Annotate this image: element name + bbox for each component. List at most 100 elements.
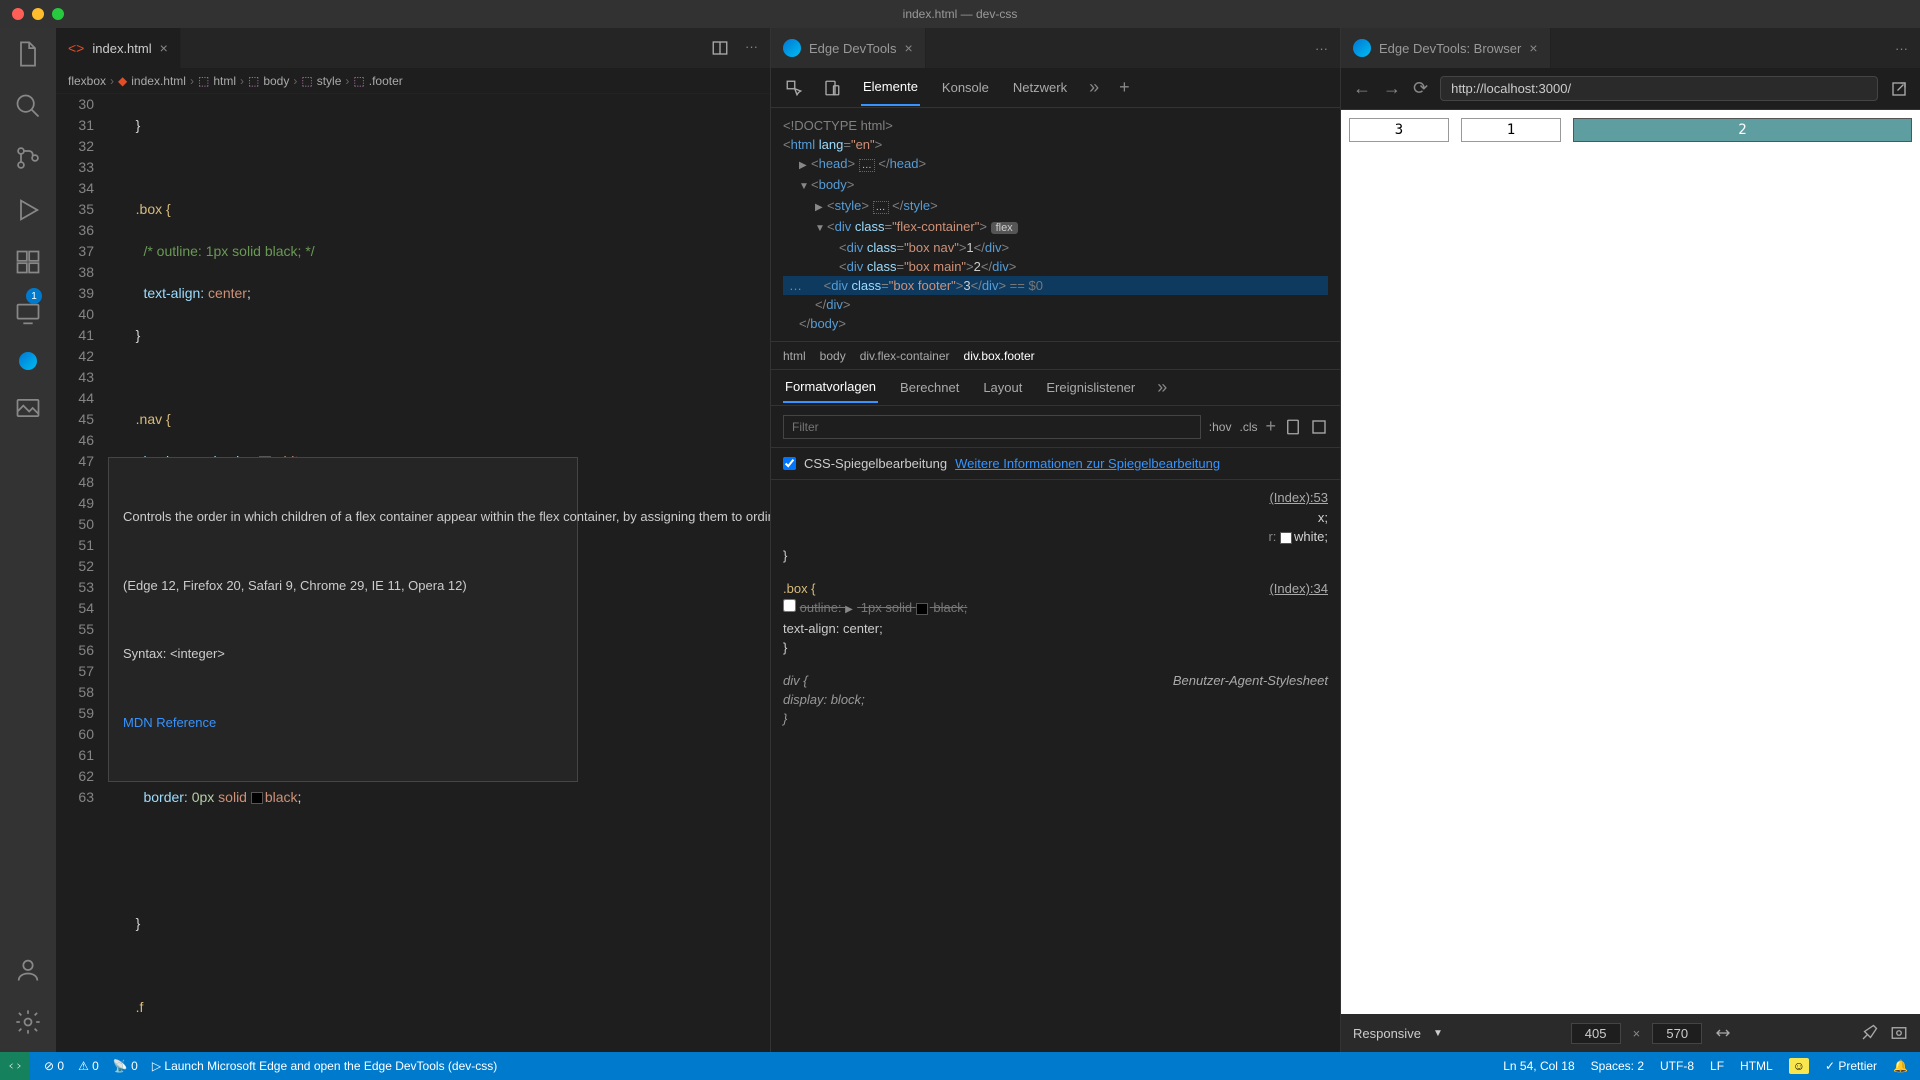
open-external-icon[interactable] <box>1890 80 1908 98</box>
notifications-icon[interactable]: 🔔 <box>1893 1059 1908 1073</box>
code-content[interactable]: } .box { /* outline: 1px solid black; */… <box>112 94 770 1052</box>
gallery-icon[interactable] <box>14 394 42 422</box>
crumb[interactable]: body <box>820 349 846 363</box>
chevron-down-icon[interactable]: ▼ <box>1433 1028 1443 1039</box>
collapse-icon[interactable]: ▼ <box>799 177 811 196</box>
source-link[interactable]: (Index):53 <box>1269 488 1328 507</box>
eol[interactable]: LF <box>1710 1059 1724 1073</box>
remote-explorer-icon[interactable] <box>14 300 42 328</box>
selected-dom-node[interactable]: … <div class="box footer">3</div> == $0 <box>783 276 1328 295</box>
close-tab-icon[interactable]: × <box>160 40 168 56</box>
forward-button[interactable]: → <box>1383 78 1401 99</box>
crumb[interactable]: html <box>783 349 806 363</box>
device-icon[interactable] <box>1284 418 1302 436</box>
accounts-icon[interactable] <box>14 956 42 984</box>
maximize-window-button[interactable] <box>52 8 64 20</box>
tab-network[interactable]: Netzwerk <box>1011 70 1069 105</box>
source-link[interactable]: (Index):34 <box>1269 579 1328 598</box>
prettier-status[interactable]: ✓ Prettier <box>1825 1059 1877 1073</box>
launch-edge-action[interactable]: ▷ Launch Microsoft Edge and open the Edg… <box>152 1059 497 1073</box>
tab-styles[interactable]: Formatvorlagen <box>783 372 878 403</box>
language-mode[interactable]: HTML <box>1740 1059 1773 1073</box>
dom-breadcrumb[interactable]: html body div.flex-container div.box.foo… <box>771 342 1340 370</box>
browser-viewport[interactable]: 3 1 2 <box>1341 110 1920 1014</box>
ports-count[interactable]: 📡 0 <box>113 1059 138 1073</box>
url-input[interactable]: http://localhost:3000/ <box>1440 76 1878 101</box>
tab-listeners[interactable]: Ereignislistener <box>1044 370 1137 405</box>
styles-body[interactable]: (Index):53 x; r: white; } (Index):34.box… <box>771 480 1340 1052</box>
mirror-checkbox[interactable] <box>783 457 796 470</box>
crumb[interactable]: div.flex-container <box>860 349 950 363</box>
status-badge-icon[interactable]: ☺ <box>1789 1058 1809 1074</box>
split-editor-icon[interactable] <box>711 39 729 57</box>
reload-button[interactable]: ⟳ <box>1413 78 1428 99</box>
close-tab-icon[interactable]: × <box>904 40 912 56</box>
tab-index-html[interactable]: <> index.html × <box>56 28 181 68</box>
close-tab-icon[interactable]: × <box>1529 40 1537 56</box>
search-icon[interactable] <box>14 92 42 120</box>
viewport-width-input[interactable]: 405 <box>1571 1023 1621 1044</box>
inspect-icon[interactable] <box>1890 1024 1908 1042</box>
inspect-icon[interactable] <box>785 79 803 97</box>
color-swatch[interactable] <box>1280 532 1292 544</box>
more-actions-icon[interactable]: ··· <box>1315 41 1328 56</box>
tab-browser[interactable]: Edge DevTools: Browser × <box>1341 28 1551 68</box>
tab-edge-devtools[interactable]: Edge DevTools × <box>771 28 926 68</box>
breadcrumb-bar[interactable]: flexbox› ◆ index.html› ⬚ html› ⬚ body› ⬚… <box>56 68 770 94</box>
breadcrumb-item[interactable]: index.html <box>131 74 186 88</box>
collapse-icon[interactable]: ▼ <box>815 219 827 238</box>
device-mode-select[interactable]: Responsive <box>1353 1026 1421 1041</box>
dom-tree[interactable]: <!DOCTYPE html> <html lang="en"> ▶<head>… <box>771 108 1340 342</box>
tab-elements[interactable]: Elemente <box>861 69 920 106</box>
mdn-reference-link[interactable]: MDN Reference <box>123 715 216 730</box>
color-swatch[interactable] <box>251 792 263 804</box>
encoding[interactable]: UTF-8 <box>1660 1059 1694 1073</box>
tab-console[interactable]: Konsole <box>940 70 991 105</box>
breadcrumb-item[interactable]: .footer <box>369 74 403 88</box>
add-rule-icon[interactable]: + <box>1265 416 1276 437</box>
dom-node[interactable]: <!DOCTYPE html> <box>783 118 893 133</box>
settings-gear-icon[interactable] <box>14 1008 42 1036</box>
breadcrumb-item[interactable]: html <box>213 74 236 88</box>
breadcrumb-item[interactable]: flexbox <box>68 74 106 88</box>
minimize-window-button[interactable] <box>32 8 44 20</box>
close-window-button[interactable] <box>12 8 24 20</box>
color-swatch[interactable] <box>916 603 928 615</box>
code-editor[interactable]: 3031323334353637383940414243444546474849… <box>56 94 770 1052</box>
more-actions-icon[interactable]: ··· <box>745 39 758 57</box>
styles-filter-input[interactable] <box>783 415 1201 439</box>
expand-icon[interactable]: ▶ <box>799 156 811 175</box>
cursor-position[interactable]: Ln 54, Col 18 <box>1503 1059 1574 1073</box>
crumb-selected[interactable]: div.box.footer <box>964 349 1035 363</box>
add-tab-icon[interactable]: + <box>1119 77 1130 98</box>
mirror-info-link[interactable]: Weitere Informationen zur Spiegelbearbei… <box>955 456 1220 471</box>
more-tabs-icon[interactable]: » <box>1157 377 1167 398</box>
warnings-count[interactable]: ⚠ 0 <box>78 1059 99 1073</box>
tab-computed[interactable]: Berechnet <box>898 370 961 405</box>
more-tabs-icon[interactable]: » <box>1089 77 1099 98</box>
errors-count[interactable]: ⊘ 0 <box>44 1059 64 1073</box>
source-control-icon[interactable] <box>14 144 42 172</box>
edge-tools-icon[interactable] <box>19 352 37 370</box>
expand-icon[interactable]: ▶ <box>815 198 827 217</box>
breadcrumb-item[interactable]: body <box>263 74 289 88</box>
rotate-icon[interactable] <box>1714 1024 1732 1042</box>
run-debug-icon[interactable] <box>14 196 42 224</box>
back-button[interactable]: ← <box>1353 78 1371 99</box>
viewport-height-input[interactable]: 570 <box>1652 1023 1702 1044</box>
style-selector[interactable]: .box { <box>783 581 816 596</box>
fullscreen-icon[interactable] <box>1310 418 1328 436</box>
flex-badge[interactable]: flex <box>991 222 1018 234</box>
breadcrumb-item[interactable]: style <box>317 74 342 88</box>
screenshot-icon[interactable] <box>1860 1024 1878 1042</box>
hov-toggle[interactable]: :hov <box>1209 420 1232 434</box>
indentation[interactable]: Spaces: 2 <box>1591 1059 1644 1073</box>
prop-checkbox[interactable] <box>783 599 796 612</box>
remote-indicator[interactable] <box>0 1052 30 1080</box>
extensions-icon[interactable]: 1 <box>14 248 42 276</box>
device-toggle-icon[interactable] <box>823 79 841 97</box>
more-actions-icon[interactable]: ··· <box>1895 41 1908 56</box>
tab-layout[interactable]: Layout <box>981 370 1024 405</box>
explorer-icon[interactable] <box>14 40 42 68</box>
cls-toggle[interactable]: .cls <box>1239 420 1257 434</box>
